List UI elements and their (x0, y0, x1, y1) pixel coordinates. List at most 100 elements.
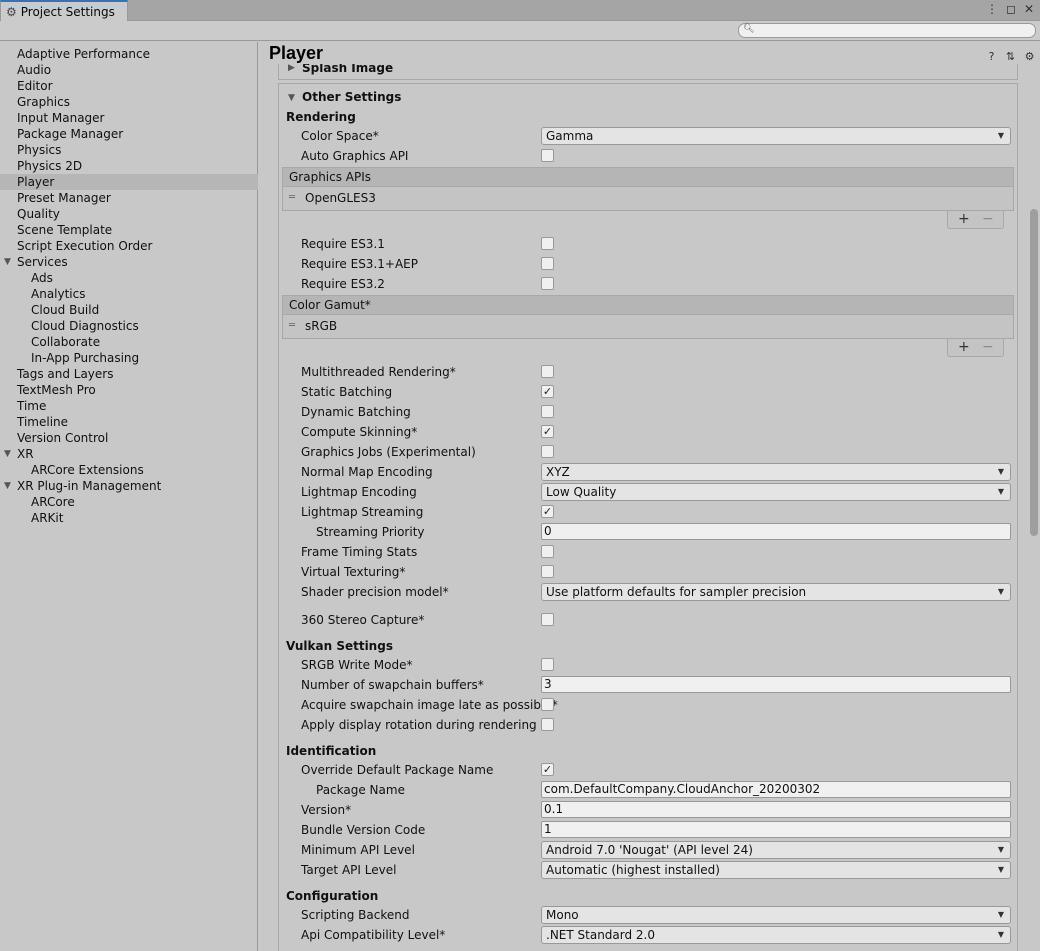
dropdown-value: Low Quality (546, 485, 617, 499)
frame-timing-stats-checkbox[interactable] (541, 545, 554, 558)
drag-handle-icon[interactable]: ═ (289, 320, 295, 331)
stereo-capture-checkbox[interactable] (541, 613, 554, 626)
list-item[interactable]: sRGB (305, 319, 337, 333)
search-input[interactable]: 🔍︎ (738, 23, 1036, 38)
bundle-version-code-field[interactable]: 1 (541, 821, 1011, 838)
sidebar-item-collaborate[interactable]: Collaborate (0, 334, 258, 350)
sidebar-item-script-execution-order[interactable]: Script Execution Order (0, 238, 258, 254)
sidebar-item-preset-manager[interactable]: Preset Manager (0, 190, 258, 206)
sidebar-item-cloud-build[interactable]: Cloud Build (0, 302, 258, 318)
sidebar-item-physics[interactable]: Physics (0, 142, 258, 158)
sidebar-item-package-manager[interactable]: Package Manager (0, 126, 258, 142)
override-package-name-checkbox[interactable]: ✓ (541, 763, 554, 776)
add-icon[interactable]: + (958, 339, 970, 355)
display-rotation-checkbox[interactable] (541, 718, 554, 731)
color-space-dropdown[interactable]: Gamma ▼ (541, 127, 1011, 145)
sidebar-item-version-control[interactable]: Version Control (0, 430, 258, 446)
auto-graphics-api-label: Auto Graphics API (301, 149, 409, 163)
normal-map-encoding-dropdown[interactable]: XYZ ▼ (541, 463, 1011, 481)
color-gamut-list: ═ sRGB (282, 315, 1014, 339)
remove-icon[interactable]: − (982, 211, 994, 227)
list-item[interactable]: OpenGLES3 (305, 191, 376, 205)
require-es31-label: Require ES3.1 (301, 237, 385, 251)
chevron-down-icon: ▼ (997, 910, 1004, 919)
shader-precision-dropdown[interactable]: Use platform defaults for sampler precis… (541, 583, 1011, 601)
project-settings-tab[interactable]: ⚙ Project Settings (0, 0, 128, 22)
sidebar-item-label: Cloud Build (31, 303, 100, 317)
sidebar-item-timeline[interactable]: Timeline (0, 414, 258, 430)
swapchain-buffers-field[interactable]: 3 (541, 676, 1011, 693)
sidebar-item-xr-plugin-management[interactable]: ▼ XR Plug-in Management (0, 478, 258, 494)
sidebar-item-label: Graphics (17, 95, 70, 109)
graphics-jobs-checkbox[interactable] (541, 445, 554, 458)
presets-icon[interactable]: ⇅ (1004, 50, 1017, 63)
virtual-texturing-checkbox[interactable] (541, 565, 554, 578)
multithreaded-rendering-checkbox[interactable] (541, 365, 554, 378)
minimum-api-level-dropdown[interactable]: Android 7.0 'Nougat' (API level 24) ▼ (541, 841, 1011, 859)
compute-skinning-checkbox[interactable]: ✓ (541, 425, 554, 438)
sidebar-item-textmesh-pro[interactable]: TextMesh Pro (0, 382, 258, 398)
sidebar-item-physics-2d[interactable]: Physics 2D (0, 158, 258, 174)
sidebar-item-cloud-diagnostics[interactable]: Cloud Diagnostics (0, 318, 258, 334)
settings-icon[interactable]: ⚙ (1023, 50, 1036, 63)
help-icon[interactable]: ? (985, 50, 998, 63)
sidebar-item-arcore-extensions[interactable]: ARCore Extensions (0, 462, 258, 478)
sidebar-item-input-manager[interactable]: Input Manager (0, 110, 258, 126)
chevron-down-icon: ▼ (997, 865, 1004, 874)
expand-triangle-icon[interactable]: ▼ (4, 446, 11, 462)
sidebar-item-editor[interactable]: Editor (0, 78, 258, 94)
target-api-level-label: Target API Level (301, 863, 397, 877)
streaming-priority-field[interactable]: 0 (541, 523, 1011, 540)
swapchain-buffers-label: Number of swapchain buffers* (301, 678, 484, 692)
scrollbar-thumb[interactable] (1030, 209, 1038, 536)
static-batching-checkbox[interactable]: ✓ (541, 385, 554, 398)
drag-handle-icon[interactable]: ═ (289, 192, 295, 203)
dynamic-batching-checkbox[interactable] (541, 405, 554, 418)
collapsed-triangle-icon[interactable]: ▶ (288, 63, 295, 73)
sidebar-item-services[interactable]: ▼ Services (0, 254, 258, 270)
sidebar-item-quality[interactable]: Quality (0, 206, 258, 222)
sidebar-item-graphics[interactable]: Graphics (0, 94, 258, 110)
sidebar-item-audio[interactable]: Audio (0, 62, 258, 78)
minimum-api-level-label: Minimum API Level (301, 843, 415, 857)
sidebar-item-analytics[interactable]: Analytics (0, 286, 258, 302)
sidebar-item-arkit[interactable]: ARKit (0, 510, 258, 526)
require-es31-checkbox[interactable] (541, 237, 554, 250)
sidebar-item-time[interactable]: Time (0, 398, 258, 414)
expand-triangle-icon[interactable]: ▼ (4, 478, 11, 494)
sidebar-item-player[interactable]: Player (0, 174, 258, 190)
settings-sidebar: Adaptive Performance Audio Editor Graphi… (0, 42, 258, 951)
close-icon[interactable]: ✕ (1024, 2, 1034, 16)
auto-graphics-api-checkbox[interactable] (541, 149, 554, 162)
target-api-level-dropdown[interactable]: Automatic (highest installed) ▼ (541, 861, 1011, 879)
expanded-triangle-icon[interactable]: ▼ (288, 93, 295, 103)
srgb-write-mode-checkbox[interactable] (541, 658, 554, 671)
sidebar-item-ads[interactable]: Ads (0, 270, 258, 286)
lightmap-encoding-dropdown[interactable]: Low Quality ▼ (541, 483, 1011, 501)
more-menu-icon[interactable]: ⋮ (986, 2, 998, 16)
sidebar-item-in-app-purchasing[interactable]: In-App Purchasing (0, 350, 258, 366)
expand-triangle-icon[interactable]: ▼ (4, 254, 11, 270)
sidebar-item-label: Analytics (31, 287, 86, 301)
graphics-jobs-label: Graphics Jobs (Experimental) (301, 445, 476, 459)
sidebar-item-arcore[interactable]: ARCore (0, 494, 258, 510)
chevron-down-icon: ▼ (997, 845, 1004, 854)
search-bar: 🔍︎ (0, 21, 1040, 41)
lightmap-streaming-checkbox[interactable]: ✓ (541, 505, 554, 518)
srgb-write-mode-label: SRGB Write Mode* (301, 658, 413, 672)
other-settings-label[interactable]: Other Settings (302, 90, 401, 104)
sidebar-item-tags-and-layers[interactable]: Tags and Layers (0, 366, 258, 382)
scripting-backend-dropdown[interactable]: Mono ▼ (541, 906, 1011, 924)
sidebar-item-adaptive-performance[interactable]: Adaptive Performance (0, 46, 258, 62)
version-field[interactable]: 0.1 (541, 801, 1011, 818)
maximize-icon[interactable]: ◻ (1006, 2, 1016, 16)
acquire-swapchain-late-checkbox[interactable] (541, 698, 554, 711)
sidebar-item-xr[interactable]: ▼ XR (0, 446, 258, 462)
require-es32-checkbox[interactable] (541, 277, 554, 290)
add-icon[interactable]: + (958, 211, 970, 227)
api-compatibility-level-dropdown[interactable]: .NET Standard 2.0 ▼ (541, 926, 1011, 944)
package-name-field[interactable]: com.DefaultCompany.CloudAnchor_20200302 (541, 781, 1011, 798)
sidebar-item-scene-template[interactable]: Scene Template (0, 222, 258, 238)
require-es31aep-checkbox[interactable] (541, 257, 554, 270)
remove-icon[interactable]: − (982, 339, 994, 355)
